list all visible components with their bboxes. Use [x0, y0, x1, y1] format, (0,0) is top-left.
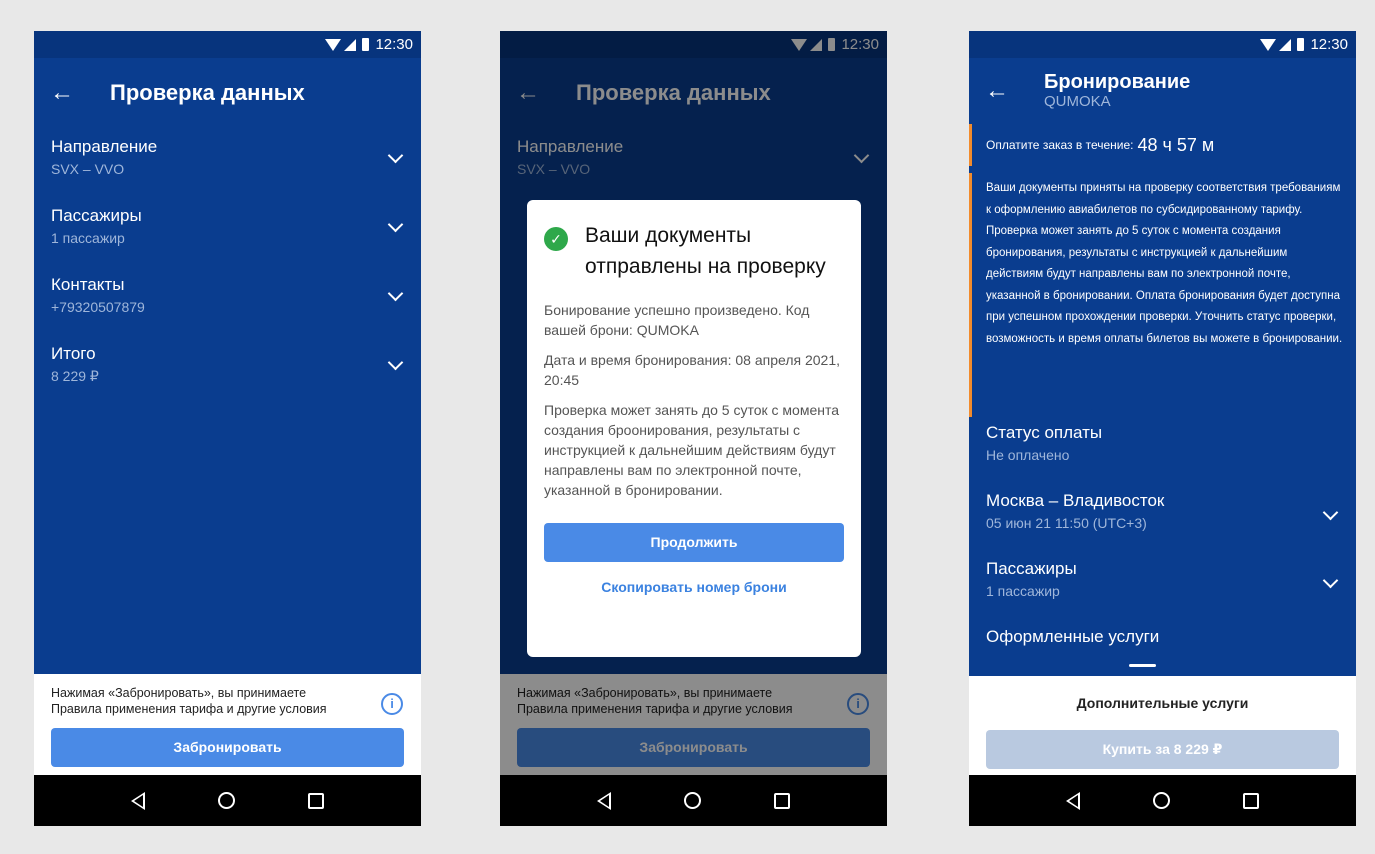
section-label: Пассажиры: [51, 206, 142, 225]
nav-home-icon[interactable]: [217, 792, 235, 809]
signal-icon: [1279, 38, 1292, 51]
back-arrow-icon[interactable]: ←: [985, 78, 1011, 104]
app-bar: ← Бронирование QUMOKA: [969, 58, 1356, 124]
section-value: 05 июн 21 11:50 (UTC+3): [986, 515, 1147, 531]
nav-back-icon[interactable]: [1065, 791, 1080, 810]
nav-recent-icon[interactable]: [1243, 792, 1260, 809]
buy-button[interactable]: Купить за 8 229 ₽: [986, 730, 1339, 769]
android-nav-bar: [34, 775, 421, 826]
extra-services-button[interactable]: Дополнительные услуги: [969, 676, 1356, 711]
confirmation-dialog: ✓ Ваши документы отправлены на проверку …: [527, 200, 861, 657]
android-nav-bar: [969, 775, 1356, 826]
terms-text: Нажимая «Забронировать», вы принимаете П…: [51, 686, 327, 716]
payment-deadline-time: 48 ч 57 м: [1137, 134, 1215, 155]
continue-button[interactable]: Продолжить: [544, 523, 844, 562]
bottom-panel: Нажимая «Забронировать», вы принимаете П…: [34, 674, 421, 775]
app-bar: ← Проверка данных: [34, 58, 421, 128]
page-title: Бронирование: [1044, 71, 1191, 93]
status-bar: 12:30: [969, 31, 1356, 58]
section-passengers[interactable]: Пассажиры 1 пассажир: [969, 553, 1356, 621]
wifi-icon: [325, 38, 342, 51]
scroll-indicator: [1129, 664, 1156, 667]
back-arrow-icon[interactable]: ←: [50, 80, 76, 106]
payment-deadline-bar: Оплатите заказ в течение: 48 ч 57 м: [969, 124, 1356, 166]
section-value: +79320507879: [51, 299, 145, 315]
nav-home-icon[interactable]: [1152, 792, 1170, 809]
battery-icon: [1297, 38, 1305, 51]
wifi-icon: [1260, 38, 1277, 51]
section-label: Оформленные услуги: [986, 627, 1160, 646]
check-circle-icon: ✓: [544, 227, 568, 251]
section-value: Не оплачено: [986, 447, 1070, 463]
phone-screen-review: 12:30 ← Проверка данных Направление SVX …: [34, 31, 421, 826]
android-nav-bar: [500, 775, 887, 826]
phone-screen-booking: 12:30 ← Бронирование QUMOKA Оплатите зак…: [969, 31, 1356, 826]
section-value: 1 пассажир: [986, 583, 1060, 599]
status-time: 12:30: [375, 36, 413, 53]
section-passengers[interactable]: Пассажиры 1 пассажир: [34, 197, 421, 266]
section-value: SVX – VVO: [51, 161, 125, 177]
section-value: 8 229 ₽: [51, 368, 99, 384]
nav-back-icon[interactable]: [596, 791, 611, 810]
section-payment-status: Статус оплаты Не оплачено: [969, 417, 1356, 485]
payment-deadline-label: Оплатите заказ в течение:: [986, 138, 1134, 152]
section-direction[interactable]: Направление SVX – VVO: [34, 128, 421, 197]
section-label: Москва – Владивосток: [986, 491, 1165, 510]
page-title: Проверка данных: [110, 80, 305, 105]
section-label: Статус оплаты: [986, 423, 1103, 442]
booking-code: QUMOKA: [1044, 93, 1111, 110]
battery-icon: [362, 38, 370, 51]
status-time: 12:30: [1310, 36, 1348, 53]
section-total[interactable]: Итого 8 229 ₽: [34, 335, 421, 404]
copy-booking-number-link[interactable]: Скопировать номер брони: [544, 579, 844, 595]
section-value: 1 пассажир: [51, 230, 125, 246]
dialog-text-datetime: Дата и время бронирования: 08 апреля 202…: [544, 352, 841, 388]
section-route[interactable]: Москва – Владивосток 05 июн 21 11:50 (UT…: [969, 485, 1356, 553]
dialog-title: Ваши документы отправлены на проверку: [585, 224, 826, 278]
bottom-panel: Дополнительные услуги Купить за 8 229 ₽: [969, 676, 1356, 775]
nav-home-icon[interactable]: [683, 792, 701, 809]
nav-recent-icon[interactable]: [308, 792, 325, 809]
dialog-text-check-info: Проверка может занять до 5 суток с момен…: [544, 402, 840, 498]
section-label: Итого: [51, 344, 96, 363]
nav-back-icon[interactable]: [130, 791, 145, 810]
section-label: Пассажиры: [986, 559, 1077, 578]
section-label: Направление: [51, 137, 158, 156]
signal-icon: [344, 38, 357, 51]
section-label: Контакты: [51, 275, 125, 294]
section-contacts[interactable]: Контакты +79320507879: [34, 266, 421, 335]
verification-notice: Ваши документы приняты на проверку соотв…: [969, 173, 1356, 417]
info-icon[interactable]: i: [381, 693, 403, 715]
nav-recent-icon[interactable]: [774, 792, 791, 809]
book-button[interactable]: Забронировать: [51, 728, 404, 767]
status-bar: 12:30: [34, 31, 421, 58]
dialog-text-booking: Бонирование успешно произведено. Код ваш…: [544, 302, 810, 338]
phone-screen-dialog: 12:30 ← Проверка данных Направление SVX …: [500, 31, 887, 826]
